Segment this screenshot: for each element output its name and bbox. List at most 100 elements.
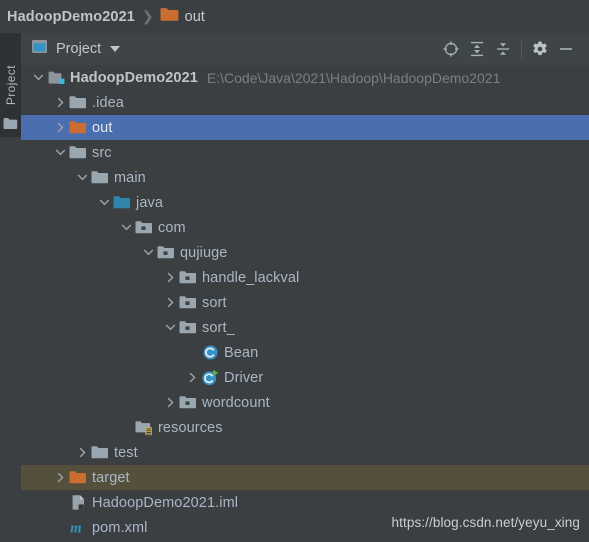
twisty-placeholder xyxy=(51,515,69,540)
settings-button[interactable] xyxy=(527,36,553,62)
tree-row-resources[interactable]: resources xyxy=(21,415,589,440)
tree-row-label: handle_lackval xyxy=(202,269,300,286)
iml-file-icon xyxy=(69,494,87,512)
folder-icon xyxy=(3,117,18,130)
twisty-placeholder xyxy=(51,490,69,515)
tool-window-header: Project xyxy=(21,33,589,65)
folder-gray-icon xyxy=(91,444,109,462)
tree-row-label: resources xyxy=(158,419,223,436)
tool-strip-tab-label: Project xyxy=(3,64,18,106)
chevron-down-icon[interactable] xyxy=(95,190,113,215)
folder-orange-icon xyxy=(160,7,179,27)
tree-row-idea[interactable]: .idea xyxy=(21,90,589,115)
chevron-down-icon[interactable] xyxy=(139,240,157,265)
tree-row-src[interactable]: src xyxy=(21,140,589,165)
folder-orange-icon xyxy=(69,469,87,487)
tree-row-qujiuge[interactable]: qujiuge xyxy=(21,240,589,265)
chevron-right-icon[interactable] xyxy=(161,390,179,415)
folder-gray-icon xyxy=(69,144,87,162)
tree-row-out[interactable]: out xyxy=(21,115,589,140)
folder-orange-icon xyxy=(69,119,87,137)
tool-window-title: Project xyxy=(56,41,102,57)
tree-row-label: Driver xyxy=(224,369,264,386)
chevron-right-icon[interactable] xyxy=(51,90,69,115)
package-icon xyxy=(179,394,197,412)
tree-row-java[interactable]: java xyxy=(21,190,589,215)
package-icon xyxy=(179,269,197,287)
chevron-right-icon[interactable] xyxy=(183,365,201,390)
tree-row-label: HadoopDemo2021 xyxy=(70,69,198,86)
tree-row-sort[interactable]: sort xyxy=(21,290,589,315)
tree-row-label: Bean xyxy=(224,344,259,361)
tree-row-driver[interactable]: Driver xyxy=(21,365,589,390)
source-root-icon xyxy=(113,194,131,212)
chevron-right-icon[interactable] xyxy=(73,440,91,465)
chevron-right-icon[interactable] xyxy=(161,290,179,315)
module-icon xyxy=(47,69,65,87)
chevron-right-icon[interactable] xyxy=(51,115,69,140)
watermark: https://blog.csdn.net/yeyu_xing xyxy=(391,515,580,530)
breadcrumb-root[interactable]: HadoopDemo2021 xyxy=(7,9,135,25)
breadcrumb-leaf[interactable]: out xyxy=(185,9,205,25)
tree-row-label: out xyxy=(92,119,113,136)
tree-row-label: src xyxy=(92,144,112,161)
tree-row-iml-file[interactable]: HadoopDemo2021.iml xyxy=(21,490,589,515)
maven-pom-icon: m xyxy=(69,519,87,537)
tool-window-strip-left: Project xyxy=(0,33,21,542)
tree-row-label: test xyxy=(114,444,138,461)
tree-row-wordcount[interactable]: wordcount xyxy=(21,390,589,415)
project-tree[interactable]: HadoopDemo2021 E:\Code\Java\2021\Hadoop\H… xyxy=(21,65,589,542)
svg-text:m: m xyxy=(70,520,81,536)
toolbar-divider xyxy=(521,40,522,58)
folder-gray-icon xyxy=(69,94,87,112)
package-icon xyxy=(179,319,197,337)
tree-row-path: E:\Code\Java\2021\Hadoop\HadoopDemo2021 xyxy=(206,69,501,86)
chevron-down-icon[interactable] xyxy=(73,165,91,190)
chevron-right-icon[interactable] xyxy=(51,465,69,490)
chevron-down-icon[interactable] xyxy=(110,46,121,52)
tree-row-handle-lackval[interactable]: handle_lackval xyxy=(21,265,589,290)
minimize-icon[interactable] xyxy=(553,36,579,62)
tree-row-label: sort xyxy=(202,294,227,311)
twisty-placeholder xyxy=(183,340,201,365)
tree-row-com[interactable]: com xyxy=(21,215,589,240)
java-class-runnable-icon xyxy=(201,369,219,387)
chevron-right-icon[interactable] xyxy=(161,265,179,290)
project-view-selector[interactable]: Project xyxy=(21,33,121,65)
tree-row-label: .idea xyxy=(92,94,124,111)
java-class-icon xyxy=(201,344,219,362)
package-icon xyxy=(157,244,175,262)
tree-row-label: main xyxy=(114,169,146,186)
tree-row-label: qujiuge xyxy=(180,244,228,261)
tree-row-label: java xyxy=(136,194,163,211)
expand-all-button[interactable] xyxy=(464,36,490,62)
package-icon xyxy=(135,219,153,237)
project-window-icon xyxy=(31,38,48,60)
chevron-down-icon[interactable] xyxy=(29,65,47,90)
chevron-down-icon[interactable] xyxy=(117,215,135,240)
tool-window-actions xyxy=(438,33,589,65)
tree-row-label: HadoopDemo2021.iml xyxy=(92,494,239,511)
idea-project-tool-window: HadoopDemo2021 ❯ out Project Project Had… xyxy=(0,0,589,542)
tree-row-main[interactable]: main xyxy=(21,165,589,190)
tree-row-test[interactable]: test xyxy=(21,440,589,465)
tree-row-bean[interactable]: Bean xyxy=(21,340,589,365)
tree-row-label: pom.xml xyxy=(92,519,148,536)
collapse-all-button[interactable] xyxy=(490,36,516,62)
chevron-down-icon[interactable] xyxy=(161,315,179,340)
breadcrumb: HadoopDemo2021 ❯ out xyxy=(0,0,589,33)
folder-gray-icon xyxy=(91,169,109,187)
select-opened-file-button[interactable] xyxy=(438,36,464,62)
tree-row-target[interactable]: target xyxy=(21,465,589,490)
package-icon xyxy=(179,294,197,312)
tree-row-label: target xyxy=(92,469,130,486)
tree-row-sort-underscore[interactable]: sort_ xyxy=(21,315,589,340)
tree-row-hadoopdemo2021[interactable]: HadoopDemo2021 E:\Code\Java\2021\Hadoop\H… xyxy=(21,65,589,90)
twisty-placeholder xyxy=(117,415,135,440)
tree-row-label: com xyxy=(158,219,186,236)
resources-folder-icon xyxy=(135,419,153,437)
breadcrumb-separator-icon: ❯ xyxy=(141,8,154,24)
tree-row-label: sort_ xyxy=(202,319,235,336)
chevron-down-icon[interactable] xyxy=(51,140,69,165)
tree-row-label: wordcount xyxy=(202,394,270,411)
